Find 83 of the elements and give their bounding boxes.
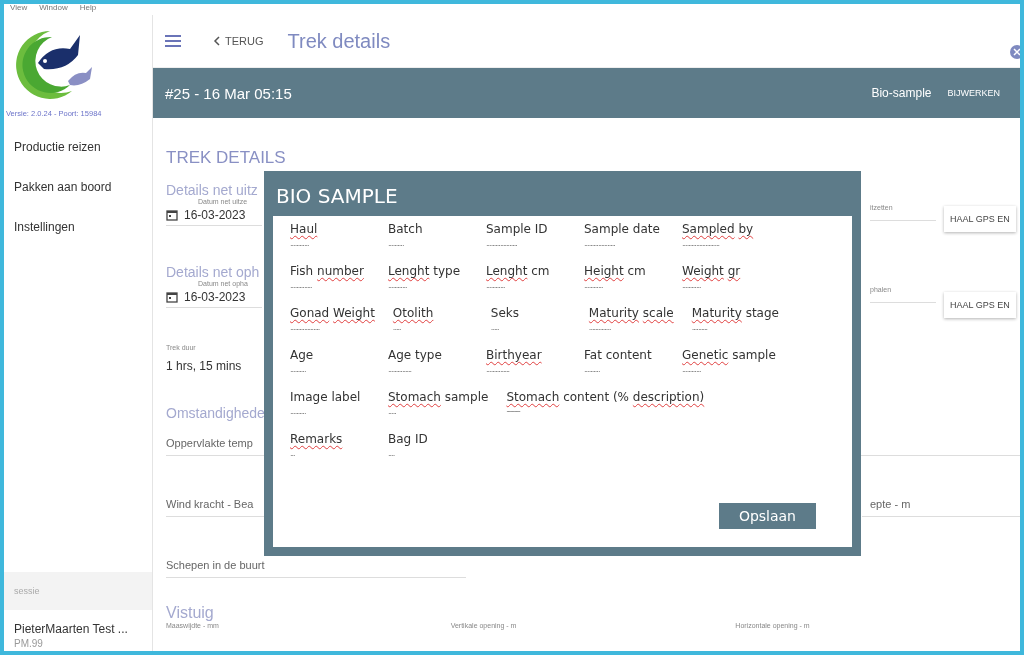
field-label: Age — [290, 348, 315, 362]
section-title: Details net uitz — [166, 182, 258, 198]
dotted-value[interactable]: ............... — [388, 366, 468, 374]
field-label: Lenght cm — [486, 264, 551, 278]
dotted-value[interactable]: .................... — [486, 240, 566, 248]
dotted-value[interactable]: ............ — [486, 282, 566, 290]
sidebar-item[interactable]: Instellingen — [4, 214, 152, 240]
dotted-value[interactable]: .......... — [290, 366, 370, 374]
field-label: Fish number — [290, 264, 365, 278]
field-label: Maturity stage — [691, 306, 779, 320]
menu-item[interactable]: Help — [79, 4, 97, 15]
chevron-icon — [213, 36, 221, 46]
field-label: Sample ID — [486, 222, 549, 236]
dialog-title: BIO SAMPLE — [275, 183, 399, 210]
toolbar-button[interactable]: BIJWERKEN — [939, 84, 1008, 102]
input-field[interactable]: Schepen in de buurt — [166, 559, 466, 578]
date-field[interactable]: 16-03-2023 — [166, 208, 262, 226]
dotted-value[interactable]: ..... — [490, 324, 571, 332]
section-title: Vistuig — [166, 604, 214, 622]
dotted-value[interactable]: .......... — [584, 366, 664, 374]
dotted-value[interactable]: ............ — [682, 282, 762, 290]
dotted-value[interactable]: ------- — [506, 408, 705, 416]
dotted-value[interactable]: .............. — [588, 324, 674, 332]
dotted-value[interactable]: ............... — [486, 366, 566, 374]
user-name[interactable]: PieterMaarten Test ... — [4, 610, 152, 636]
field-label: Stomach content (% description) — [506, 390, 705, 404]
dotted-value[interactable]: .............. — [290, 282, 370, 290]
user-code: PM.99 — [13, 637, 44, 651]
field-label: Height cm — [584, 264, 647, 278]
field-label: Birthyear — [486, 348, 543, 362]
dotted-value[interactable]: ........................ — [682, 240, 762, 248]
trip-title: #25 - 16 Mar 05:15 — [165, 84, 293, 102]
field-label: Sample date — [584, 222, 661, 236]
dotted-value[interactable]: .......... — [388, 240, 468, 248]
close-icon[interactable] — [1010, 45, 1020, 59]
field-label: Genetic sample — [682, 348, 776, 362]
section-title: Omstandighede — [166, 405, 265, 421]
field-label: Maturity scale — [588, 306, 674, 320]
dotted-value[interactable]: .......... — [290, 408, 370, 416]
field-label: Gonad Weight — [290, 306, 375, 320]
dotted-value[interactable]: ................... — [290, 324, 375, 332]
field-label: Haul — [290, 222, 319, 236]
dotted-value[interactable]: .......... — [691, 324, 779, 332]
dotted-value[interactable]: ............ — [290, 240, 370, 248]
session-label: sessie — [4, 572, 152, 610]
dotted-value[interactable]: ............ — [388, 282, 468, 290]
section-title: Details net oph — [166, 264, 260, 280]
field-label: Sampled by — [682, 222, 755, 236]
dotted-value[interactable]: ............ — [682, 366, 776, 374]
dotted-value[interactable]: ..... — [388, 408, 489, 416]
duration-value: 1 hrs, 15 mins — [166, 359, 242, 373]
back-button[interactable]: TERUG — [205, 31, 272, 51]
calendar-icon — [166, 209, 178, 221]
field-label: Otolith — [392, 306, 435, 320]
dotted-value[interactable]: ............ — [584, 282, 664, 290]
dotted-value[interactable]: ... — [290, 450, 370, 458]
field-label: Remarks — [290, 432, 344, 446]
field-label: Bag ID — [388, 432, 429, 446]
gps-button[interactable]: HAAL GPS EN — [944, 292, 1016, 318]
field-label: Age type — [388, 348, 443, 362]
dotted-value[interactable]: .................... — [584, 240, 664, 248]
field-label: Batch — [388, 222, 424, 236]
sidebar-item[interactable]: Pakken aan boord — [4, 174, 152, 200]
field-label: Image label — [290, 390, 362, 404]
menu-item[interactable]: View — [10, 4, 28, 15]
section-heading: TREK DETAILS — [166, 148, 287, 168]
date-field[interactable]: 16-03-2023 — [166, 290, 262, 308]
gps-button[interactable]: HAAL GPS EN — [944, 206, 1016, 232]
field-label: Seks — [490, 306, 521, 320]
field-label: Stomach sample — [388, 390, 489, 404]
menu-item[interactable]: Window — [39, 4, 68, 15]
field-label: Fat content — [584, 348, 653, 362]
field-label: Weight gr — [682, 264, 742, 278]
field-label: Lenght type — [388, 264, 462, 278]
save-button[interactable]: Opslaan — [718, 503, 816, 529]
page-title: Trek details — [287, 29, 391, 53]
dotted-value[interactable]: .... — [388, 450, 468, 458]
calendar-icon — [166, 291, 178, 303]
dotted-value[interactable]: ..... — [392, 324, 473, 332]
menu-icon[interactable] — [165, 34, 181, 48]
input-field[interactable]: epte - m — [862, 498, 1020, 517]
toolbar-button[interactable]: Bio-sample — [863, 82, 940, 104]
sidebar-item[interactable]: Productie reizen — [4, 134, 152, 160]
